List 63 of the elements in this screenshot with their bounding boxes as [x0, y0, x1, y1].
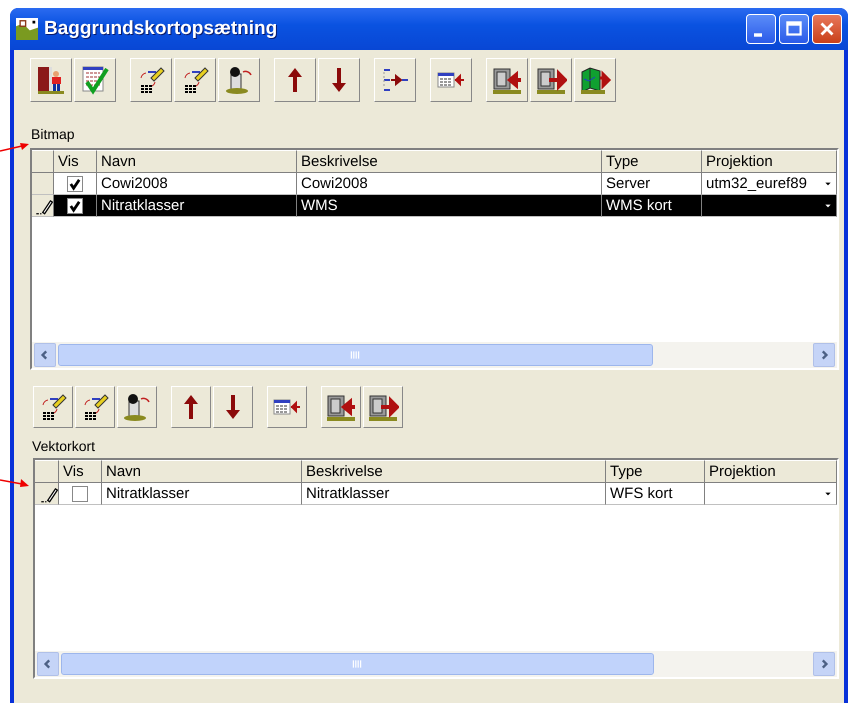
annotation-arrow	[0, 476, 30, 490]
toolbar-button[interactable]	[174, 58, 216, 102]
toolbar-button[interactable]	[574, 58, 616, 102]
toolbar-button[interactable]	[486, 58, 528, 102]
toolbar-button[interactable]	[130, 58, 172, 102]
door-person-icon	[35, 64, 67, 96]
window-title: Baggrundskortopsætning	[44, 18, 278, 40]
toolbar-button[interactable]	[30, 58, 72, 102]
map-icon	[16, 18, 38, 40]
scroll-left-button[interactable]	[34, 343, 56, 367]
visibility-checkbox[interactable]	[72, 486, 88, 502]
scroll-right-button[interactable]	[813, 343, 835, 367]
visibility-checkbox[interactable]	[67, 176, 83, 192]
visibility-checkbox[interactable]	[67, 198, 83, 214]
toolbar-button[interactable]	[74, 58, 116, 102]
toolbar-button[interactable]	[363, 386, 403, 428]
toolbar-button[interactable]	[33, 386, 73, 428]
maximize-button[interactable]	[779, 14, 809, 44]
table-cell: WMS	[297, 195, 602, 217]
column-header[interactable]: Navn	[102, 460, 302, 483]
toolbar-button[interactable]	[318, 58, 360, 102]
dropdown-icon[interactable]	[824, 490, 832, 498]
table-cell: WFS kort	[606, 483, 705, 505]
scroll-left-button[interactable]	[37, 652, 59, 676]
column-header[interactable]: Projektion	[702, 150, 837, 173]
toolbar-button[interactable]	[267, 386, 307, 428]
toolbar-button[interactable]	[321, 386, 361, 428]
column-header[interactable]: Vis	[54, 150, 97, 173]
minimize-icon	[754, 33, 762, 37]
scroll-right-button[interactable]	[813, 652, 835, 676]
horizontal-scrollbar[interactable]	[35, 651, 837, 677]
toolbar-button[interactable]	[171, 386, 211, 428]
column-header[interactable]: Navn	[97, 150, 297, 173]
toolbar-button[interactable]	[75, 386, 115, 428]
toolbar-button[interactable]	[274, 58, 316, 102]
section-label: Vektorkort	[32, 438, 96, 454]
scrollbar-thumb[interactable]	[58, 344, 653, 366]
table-cell: utm32_euref89	[706, 175, 807, 192]
dropdown-icon[interactable]	[824, 180, 832, 188]
column-header[interactable]: Type	[602, 150, 702, 173]
toolbar-button[interactable]	[218, 58, 260, 102]
toolbar-button[interactable]	[530, 58, 572, 102]
column-header[interactable]: Beskrivelse	[297, 150, 602, 173]
column-header[interactable]: Projektion	[705, 460, 837, 483]
table-cell: Nitratklasser	[302, 483, 606, 505]
toolbar-button[interactable]	[117, 386, 157, 428]
table-cell: Nitratklasser	[102, 483, 302, 505]
toolbar-button[interactable]	[213, 386, 253, 428]
minimize-button[interactable]	[746, 14, 776, 44]
table-cell: WMS kort	[602, 195, 702, 217]
table-row[interactable]: Nitratklasser Nitratklasser WFS kort	[35, 483, 837, 505]
scrollbar-thumb[interactable]	[61, 653, 654, 675]
dropdown-icon[interactable]	[824, 202, 832, 210]
horizontal-scrollbar[interactable]	[32, 342, 837, 368]
section-label: Bitmap	[31, 126, 76, 142]
table-row[interactable]: Nitratklasser WMS WMS kort	[32, 195, 837, 217]
column-header[interactable]: Beskrivelse	[302, 460, 606, 483]
toolbar-button[interactable]	[430, 58, 472, 102]
toolbar-button[interactable]	[374, 58, 416, 102]
table-cell: Nitratklasser	[97, 195, 297, 217]
column-header[interactable]: Vis	[59, 460, 102, 483]
close-button[interactable]	[812, 14, 842, 44]
column-header[interactable]: Type	[606, 460, 705, 483]
